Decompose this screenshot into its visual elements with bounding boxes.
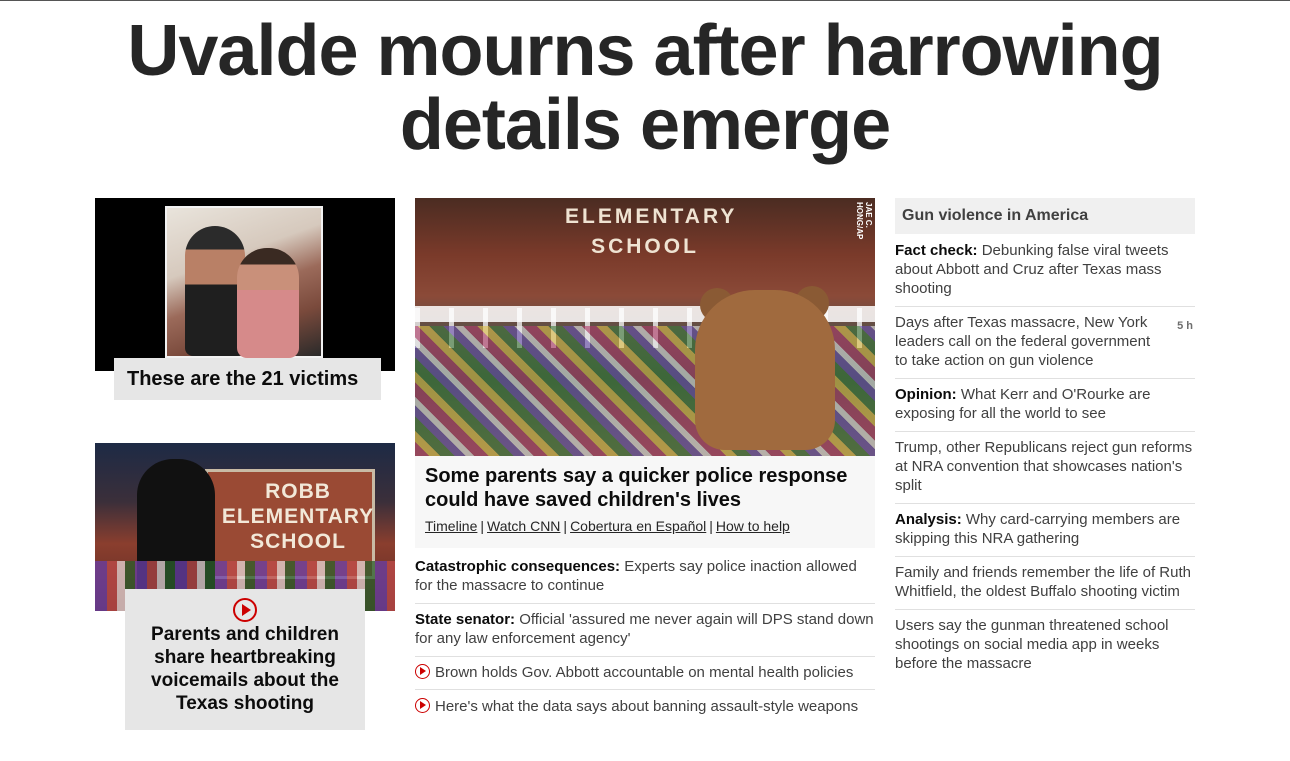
item-text: Here's what the data says about banning … xyxy=(435,698,859,715)
item-prefix: Catastrophic consequences: xyxy=(415,558,621,575)
page-headline[interactable]: Uvalde mourns after harrowing details em… xyxy=(0,14,1290,162)
item-text: Trump, other Republicans reject gun refo… xyxy=(895,439,1193,494)
link-how-to-help[interactable]: How to help xyxy=(716,518,790,534)
headline-line-1: Uvalde mourns after harrowing xyxy=(127,11,1163,91)
item-text: Family and friends remember the life of … xyxy=(895,564,1191,600)
sign-line: SCHOOL xyxy=(250,530,346,553)
headline-link[interactable]: Uvalde mourns after harrowing details em… xyxy=(127,11,1163,165)
section-title[interactable]: Gun violence in America xyxy=(895,198,1195,234)
item-text: Brown holds Gov. Abbott accountable on m… xyxy=(435,664,854,681)
item-prefix: Analysis: xyxy=(895,511,962,528)
link-watch-cnn[interactable]: Watch CNN xyxy=(487,518,560,534)
main-story-links: Timeline | Watch CNN | Cobertura en Español |… xyxy=(425,517,870,535)
link-separator: | xyxy=(563,518,568,534)
voicemail-title[interactable]: Parents and children share heartbreaking… xyxy=(135,623,355,715)
item-prefix: State senator: xyxy=(415,611,516,628)
main-story-image[interactable]: ELEMENTARY SCHOOL JAE C. HONG/AP xyxy=(415,198,875,456)
center-list-item[interactable]: State senator: Official 'assured me neve… xyxy=(415,610,875,657)
item-prefix: Opinion: xyxy=(895,386,957,403)
item-timestamp: 5 h xyxy=(1177,320,1193,332)
victims-label[interactable]: These are the 21 victims xyxy=(114,358,381,400)
item-prefix: Fact check: xyxy=(895,242,978,259)
item-text: Days after Texas massacre, New York lead… xyxy=(895,314,1151,369)
link-separator: | xyxy=(480,518,485,534)
link-cobertura[interactable]: Cobertura en Español xyxy=(570,518,706,534)
link-separator: | xyxy=(709,518,713,534)
victims-image[interactable] xyxy=(95,198,395,371)
play-video-icon xyxy=(415,698,430,713)
right-list-item[interactable]: Days after Texas massacre, New York lead… xyxy=(895,313,1195,379)
photo-figure-man xyxy=(185,226,245,356)
sign-line: ELEMENTARY xyxy=(565,205,738,228)
photo-credit: JAE C. HONG/AP xyxy=(855,202,873,240)
voicemail-card[interactable]: Parents and children share heartbreaking… xyxy=(125,589,365,730)
right-list-item[interactable]: Family and friends remember the life of … xyxy=(895,563,1195,610)
right-list-item[interactable]: Users say the gunman threatened school s… xyxy=(895,616,1195,676)
right-list-item[interactable]: Fact check: Debunking false viral tweets… xyxy=(895,241,1195,307)
top-divider xyxy=(0,0,1290,1)
building-sign-text: ELEMENTARY SCHOOL xyxy=(565,202,738,262)
right-list-item[interactable]: Analysis: Why card-carrying members are … xyxy=(895,510,1195,557)
sign-line: SCHOOL xyxy=(591,235,699,258)
sign-line: ELEMENTARY xyxy=(221,505,375,528)
item-text: Users say the gunman threatened school s… xyxy=(895,617,1169,672)
photo-figure-girl xyxy=(237,248,299,358)
center-list-item[interactable]: Here's what the data says about banning … xyxy=(415,697,875,719)
right-list-item[interactable]: Trump, other Republicans reject gun refo… xyxy=(895,438,1195,504)
school-sign-text: ROBB ELEMENTARY SCHOOL xyxy=(203,479,393,554)
right-list-item[interactable]: Opinion: What Kerr and O'Rourke are expo… xyxy=(895,385,1195,432)
voicemail-video-thumbnail[interactable]: ROBB ELEMENTARY SCHOOL xyxy=(95,443,395,611)
victims-photo xyxy=(165,206,323,358)
main-story-title[interactable]: Some parents say a quicker police respon… xyxy=(425,464,870,512)
center-list-item[interactable]: Catastrophic consequences: Experts say p… xyxy=(415,557,875,604)
play-video-icon[interactable] xyxy=(233,598,257,622)
sign-line: ROBB xyxy=(265,480,331,503)
link-timeline[interactable]: Timeline xyxy=(425,518,477,534)
main-story-card: Some parents say a quicker police respon… xyxy=(415,456,875,548)
center-list-item[interactable]: Brown holds Gov. Abbott accountable on m… xyxy=(415,663,875,690)
teddy-bear xyxy=(695,290,835,450)
headline-line-2: details emerge xyxy=(399,85,891,165)
play-video-icon xyxy=(415,664,430,679)
